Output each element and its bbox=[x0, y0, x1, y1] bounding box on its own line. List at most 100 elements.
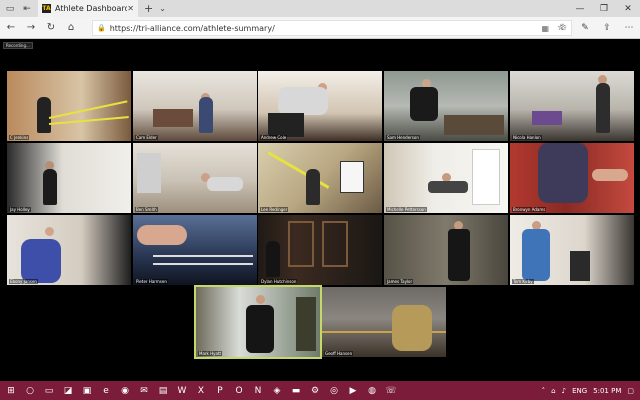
store-icon[interactable]: ◪ bbox=[60, 383, 76, 399]
onenote-icon[interactable]: N bbox=[250, 383, 266, 399]
video-tile-active-speaker[interactable]: Mark Hyatt bbox=[194, 285, 322, 359]
outlook-icon[interactable]: O bbox=[231, 383, 247, 399]
participant-name: Bronwyn Adams bbox=[512, 207, 547, 212]
tab-preview-icon[interactable]: ▭ bbox=[3, 2, 17, 16]
search-icon[interactable]: ○ bbox=[22, 383, 38, 399]
excel-icon[interactable]: X bbox=[193, 383, 209, 399]
participant-figure bbox=[246, 305, 274, 353]
site-favicon-icon: TA bbox=[42, 4, 51, 13]
participant-name: C Jenkins bbox=[9, 135, 30, 140]
window bbox=[288, 221, 314, 267]
participant-figure bbox=[522, 229, 550, 281]
participant-name: Dylan Hutchinson bbox=[260, 279, 298, 284]
zoom-icon[interactable]: ◎ bbox=[326, 383, 342, 399]
participant-name: Tom Kirby bbox=[512, 279, 534, 284]
participant-name: Geoff Hansen bbox=[324, 351, 354, 356]
window-close-icon[interactable]: ✕ bbox=[616, 4, 640, 14]
participant-name: Pieter Harmsen bbox=[135, 279, 168, 284]
participant-figure bbox=[448, 229, 470, 281]
home-icon[interactable]: ⌂ bbox=[62, 22, 80, 33]
tabs-aside-icon[interactable]: ⇤ bbox=[20, 2, 34, 16]
terminal-icon[interactable]: ▬ bbox=[288, 383, 304, 399]
participant-name: Ben Smith bbox=[135, 207, 158, 212]
maximize-icon[interactable]: ❐ bbox=[592, 4, 616, 14]
railing bbox=[153, 255, 253, 257]
word-icon[interactable]: W bbox=[174, 383, 190, 399]
volume-icon[interactable]: ♪ bbox=[562, 387, 566, 395]
favorites-hub-icon[interactable]: ✩ bbox=[552, 23, 574, 33]
notifications-icon[interactable]: ▢ bbox=[627, 387, 634, 395]
phone-icon[interactable]: ☏ bbox=[383, 383, 399, 399]
participant-name: Nicola Hanlon bbox=[512, 135, 542, 140]
participant-figure bbox=[410, 87, 438, 121]
participant-arm bbox=[137, 225, 187, 245]
photos-icon[interactable]: ◈ bbox=[269, 383, 285, 399]
video-tile[interactable]: Jay Holley bbox=[7, 143, 131, 213]
railing bbox=[153, 263, 253, 265]
participant-name: Mark Hyatt bbox=[198, 351, 223, 356]
bag bbox=[532, 111, 562, 125]
video-tile[interactable]: Ben Smith bbox=[133, 143, 257, 213]
clock[interactable]: 5:01 PM bbox=[593, 387, 621, 395]
window-controls: — ❐ ✕ bbox=[568, 4, 640, 14]
participant-name: Michelle Pettersson bbox=[386, 207, 427, 212]
video-tile[interactable]: Geoff Hansen bbox=[322, 287, 446, 357]
video-tile[interactable]: Ebony Jansen bbox=[7, 215, 131, 285]
url-field[interactable]: 🔒 https://tri-alliance.com/athlete-summa… bbox=[92, 20, 572, 36]
participant-figure bbox=[199, 97, 213, 133]
participant-figure bbox=[37, 97, 51, 133]
browser-tab-bar: ▭ ⇤ TA Athlete Dashboard ✕ + ⌄ — ❐ ✕ bbox=[0, 0, 640, 17]
video-tile[interactable]: Dylan Hutchinson bbox=[258, 215, 382, 285]
participant-figure bbox=[43, 169, 57, 205]
tab-list-chevron-icon[interactable]: ⌄ bbox=[159, 4, 166, 13]
share-icon[interactable]: ⇪ bbox=[596, 23, 618, 33]
video-tile[interactable]: Cam Elder bbox=[133, 71, 257, 141]
video-tile[interactable]: Andrew Cole bbox=[258, 71, 382, 141]
task-view-icon[interactable]: ▭ bbox=[41, 383, 57, 399]
participant-legs bbox=[268, 113, 304, 137]
mail-icon[interactable]: ✉ bbox=[136, 383, 152, 399]
video-tile[interactable]: Lee Redinger bbox=[258, 143, 382, 213]
video-tile[interactable]: Nicola Hanlon bbox=[510, 71, 634, 141]
more-icon[interactable]: ⋯ bbox=[618, 23, 640, 33]
video-tile[interactable]: James Taylor bbox=[384, 215, 508, 285]
windows-start-icon[interactable]: ⊞ bbox=[3, 383, 19, 399]
new-tab-icon[interactable]: + bbox=[144, 2, 153, 15]
windows-taskbar: ⊞ ○ ▭ ◪ ▣ e ◉ ✉ ▤ W X P O N ◈ ▬ ⚙ ◎ ▶ ◍ … bbox=[0, 381, 640, 400]
tab-close-icon[interactable]: ✕ bbox=[127, 4, 134, 13]
video-tile[interactable]: Michelle Pettersson bbox=[384, 143, 508, 213]
participant-figure bbox=[538, 143, 588, 203]
powerpoint-icon[interactable]: P bbox=[212, 383, 228, 399]
minimize-icon[interactable]: — bbox=[568, 4, 592, 14]
video-icon[interactable]: ▶ bbox=[345, 383, 361, 399]
language-indicator[interactable]: ENG bbox=[572, 387, 587, 395]
recording-indicator: Recording... bbox=[3, 42, 33, 49]
tray-chevron-icon[interactable]: ˄ bbox=[542, 387, 546, 395]
video-tile[interactable]: Bronwyn Adams bbox=[510, 143, 634, 213]
participant-name: Ebony Jansen bbox=[9, 279, 38, 284]
network-icon[interactable]: ⌂ bbox=[551, 387, 555, 395]
forward-icon[interactable]: → bbox=[22, 22, 40, 33]
video-tile[interactable]: C Jenkins bbox=[7, 71, 131, 141]
door bbox=[472, 149, 500, 205]
pen-icon[interactable]: ✎ bbox=[574, 23, 596, 33]
browser-tab[interactable]: TA Athlete Dashboard ✕ bbox=[38, 0, 138, 17]
chrome-icon[interactable]: ◉ bbox=[117, 383, 133, 399]
video-tile[interactable]: Sam Henderson bbox=[384, 71, 508, 141]
video-tile[interactable]: Tom Kirby bbox=[510, 215, 634, 285]
participant-figure bbox=[306, 169, 320, 205]
refresh-icon[interactable]: ↻ bbox=[42, 22, 60, 33]
video-gallery: Recording... C Jenkins Cam Elder Andrew … bbox=[0, 39, 640, 381]
participant-name: Cam Elder bbox=[135, 135, 158, 140]
resistance-band bbox=[48, 116, 129, 125]
settings-icon[interactable]: ⚙ bbox=[307, 383, 323, 399]
reading-view-icon[interactable]: ▦ bbox=[541, 24, 549, 33]
back-icon[interactable]: ← bbox=[2, 22, 20, 33]
video-tile[interactable]: Pieter Harmsen bbox=[133, 215, 257, 285]
whatsapp-icon[interactable]: ◍ bbox=[364, 383, 380, 399]
file-explorer-icon[interactable]: ▣ bbox=[79, 383, 95, 399]
bench bbox=[444, 115, 504, 135]
calendar-icon[interactable]: ▤ bbox=[155, 383, 171, 399]
edge-icon[interactable]: e bbox=[98, 383, 114, 399]
appliance bbox=[137, 153, 161, 193]
